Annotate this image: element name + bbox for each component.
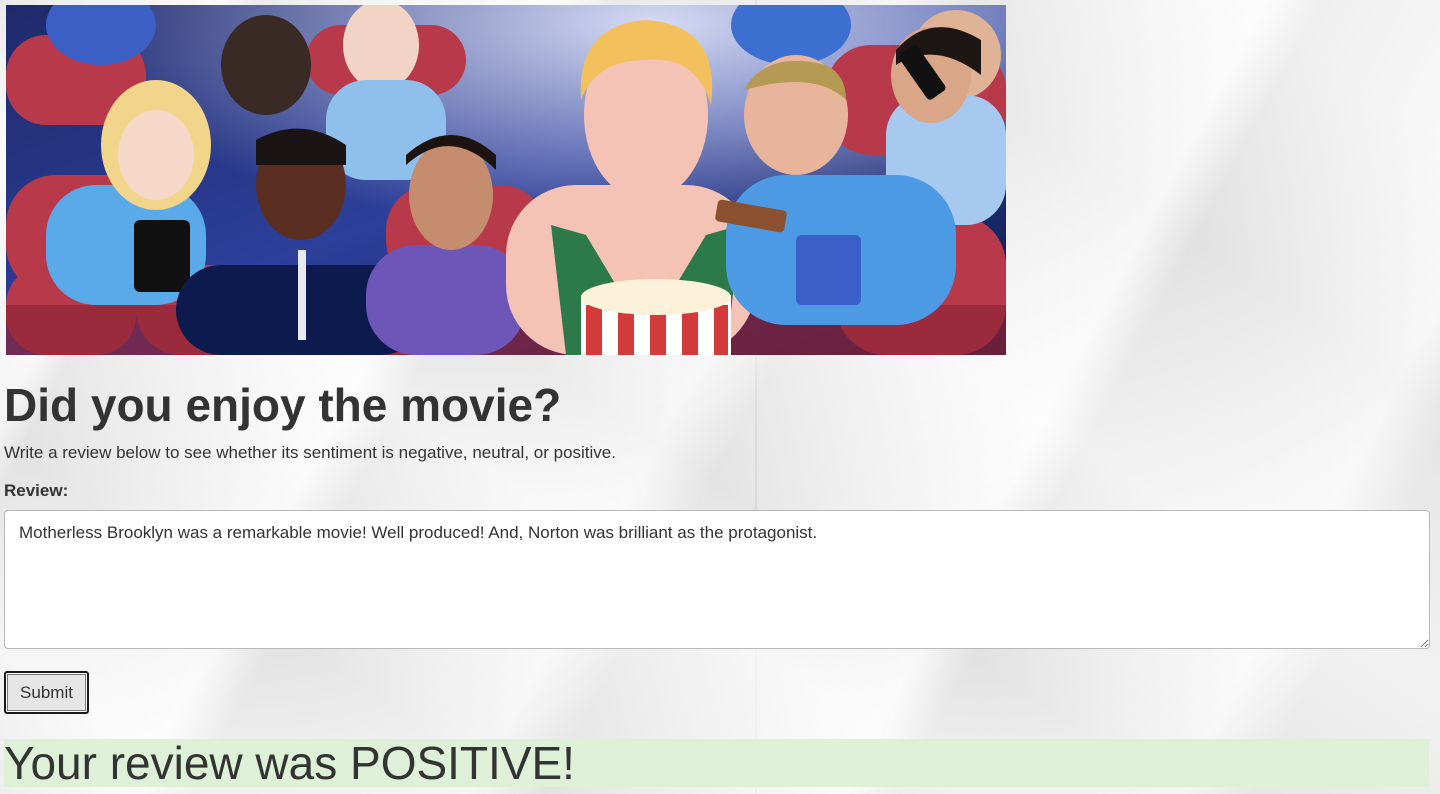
sentiment-result-banner: Your review was POSITIVE! bbox=[4, 739, 1429, 787]
review-textarea[interactable]: Motherless Brooklyn was a remarkable mov… bbox=[4, 510, 1430, 649]
review-label: Review: bbox=[4, 481, 69, 500]
submit-button[interactable]: Submit bbox=[4, 671, 89, 714]
hero-illustration bbox=[6, 5, 1006, 355]
page-title: Did you enjoy the movie? bbox=[4, 379, 562, 431]
page-subtitle: Write a review below to see whether its … bbox=[4, 443, 616, 462]
